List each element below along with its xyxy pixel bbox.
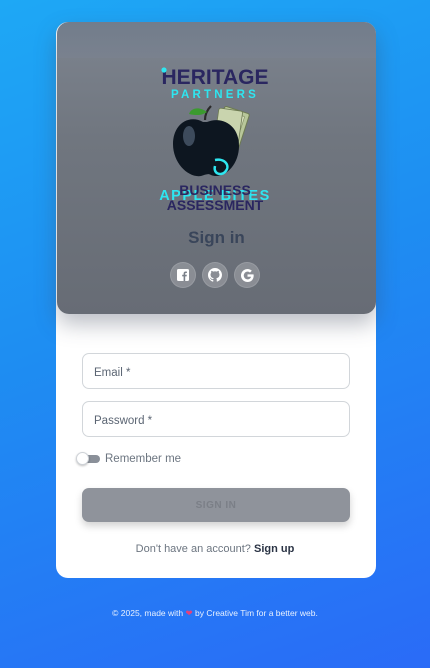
email-input[interactable] (83, 354, 349, 388)
github-icon (208, 268, 222, 282)
header-band (57, 22, 376, 58)
footer: © 2025, made with ❤ by Creative Tim for … (0, 608, 430, 619)
social-login-row (170, 262, 260, 288)
footer-suffix: by Creative Tim for a better web. (195, 608, 318, 618)
logo-subtitle: BUSINESS ASSESSMENT (167, 182, 264, 213)
logo-line-business: BUSINESS (179, 182, 251, 198)
facebook-icon (177, 269, 189, 281)
email-field[interactable]: Email * (82, 353, 350, 389)
github-login-button[interactable] (202, 262, 228, 288)
facebook-login-button[interactable] (170, 262, 196, 288)
remember-me-row: Remember me (76, 451, 181, 466)
signup-prompt: Don't have an account? (135, 543, 251, 555)
password-input[interactable] (83, 402, 349, 436)
footer-prefix: © 2025, made with (112, 608, 184, 618)
remember-me-label[interactable]: Remember me (105, 453, 181, 465)
google-icon (240, 268, 254, 282)
remember-me-toggle[interactable] (76, 451, 100, 466)
signin-button[interactable]: SIGN IN (82, 488, 350, 522)
logo-line-heritage: HERITAGE (162, 66, 269, 89)
page-title: Sign in (188, 228, 245, 247)
signup-prompt-row: Don't have an account? Sign up (0, 543, 430, 555)
logo-line-assessment: ASSESSMENT (167, 197, 264, 213)
signup-link[interactable]: Sign up (254, 543, 294, 555)
google-login-button[interactable] (234, 262, 260, 288)
card-header: HERITAGE PARTNERS APPLE BITES BUSINESS A… (57, 22, 376, 314)
heart-icon: ❤ (185, 608, 193, 618)
password-field[interactable]: Password * (82, 401, 350, 437)
toggle-knob (76, 452, 89, 465)
logo-line-partners: PARTNERS (171, 89, 259, 101)
